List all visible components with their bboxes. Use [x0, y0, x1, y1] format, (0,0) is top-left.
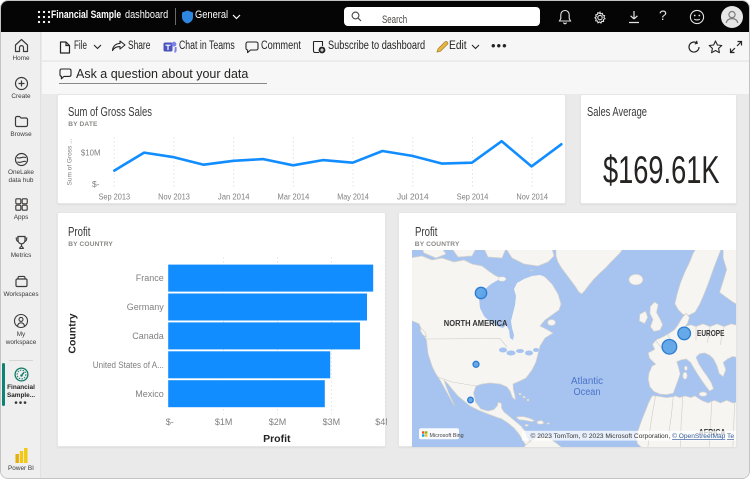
svg-text:$2M: $2M	[269, 417, 287, 427]
svg-text:© 2023 TomTom, © 2023 Microsof: © 2023 TomTom, © 2023 Microsoft Corporat…	[530, 432, 734, 440]
svg-text:France: France	[136, 273, 164, 283]
svg-text:Microsoft Bing: Microsoft Bing	[429, 432, 463, 438]
svg-text:$-: $-	[92, 179, 100, 189]
svg-text:May 2014: May 2014	[337, 192, 369, 202]
svg-text:Sep 2013: Sep 2013	[98, 192, 130, 202]
svg-text:EUROPE: EUROPE	[697, 328, 725, 338]
svg-text:Sum of Gross ...: Sum of Gross ...	[66, 138, 73, 185]
svg-text:Nov 2014: Nov 2014	[516, 192, 548, 202]
svg-text:$3M: $3M	[323, 417, 341, 427]
svg-text:United States of A...: United States of A...	[93, 360, 164, 370]
svg-text:$1M: $1M	[215, 417, 233, 427]
svg-text:Jan 2014: Jan 2014	[218, 192, 250, 202]
svg-text:$10M: $10M	[81, 147, 101, 157]
svg-text:Atlantic: Atlantic	[571, 376, 603, 387]
svg-text:Sep 2014: Sep 2014	[457, 192, 489, 202]
svg-text:Ocean: Ocean	[573, 387, 600, 398]
svg-text:Jul 2014: Jul 2014	[397, 192, 429, 202]
svg-text:$-: $-	[166, 417, 174, 427]
svg-text:Mexico: Mexico	[135, 389, 164, 399]
svg-text:Germany: Germany	[127, 302, 165, 312]
svg-text:Canada: Canada	[132, 331, 164, 341]
svg-text:Mar 2014: Mar 2014	[278, 192, 310, 202]
svg-text:Profit: Profit	[263, 433, 291, 445]
svg-text:NORTH AMERICA: NORTH AMERICA	[443, 319, 507, 328]
svg-text:Country: Country	[66, 313, 78, 353]
svg-text:$4M: $4M	[375, 417, 387, 427]
svg-text:Nov 2013: Nov 2013	[158, 192, 190, 202]
